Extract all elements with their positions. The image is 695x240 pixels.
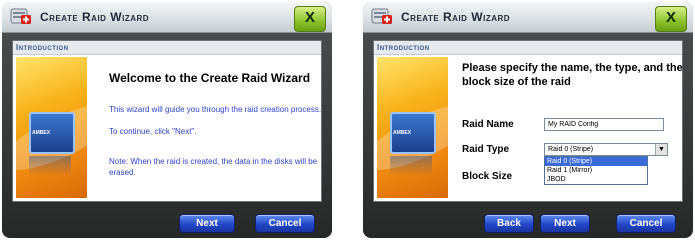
next-button[interactable]: Next [179,214,235,233]
raid-type-option[interactable]: Raid 0 (Stripe) [545,157,647,166]
section-header: Introduction [13,41,321,55]
section-header: Introduction [374,41,682,55]
intro-text: This wizard will guide you through the r… [109,105,322,114]
welcome-heading: Welcome to the Create Raid Wizard [109,71,311,85]
raid-type-option[interactable]: Raid 1 (Mirror) [545,166,647,175]
window-title: Create Raid Wizard [401,10,511,24]
block-size-label: Block Size [462,171,513,182]
window-title: Create Raid Wizard [40,10,150,24]
continue-instruction: To continue, click "Next". [109,127,197,136]
next-button[interactable]: Next [540,214,590,233]
art-label: AMBEX [393,130,412,136]
raid-wizard-icon [10,7,32,25]
section-title: Introduction [377,43,430,52]
raid-name-label: Raid Name [462,119,514,130]
wizard-side-art: AMBEX [16,57,87,198]
chevron-down-icon[interactable]: ▼ [655,144,667,155]
settings-prompt: Please specify the name, the type, and t… [462,62,683,88]
art-label: AMBEX [32,130,51,136]
create-raid-wizard-dialog-intro: Create Raid Wizard X Introduction AMBEX … [2,2,332,238]
raid-type-option[interactable]: JBOD [545,175,647,184]
close-button[interactable]: X [294,6,326,32]
section-title: Introduction [16,43,69,52]
raid-type-select[interactable]: Raid 0 (Stripe) ▼ [544,143,668,156]
title-bar[interactable]: Create Raid Wizard X [2,2,332,33]
raid-name-input[interactable] [544,118,664,131]
data-erase-note: Note: When the raid is created, the data… [109,157,318,177]
cancel-button[interactable]: Cancel [616,214,676,233]
wizard-content-panel: Introduction AMBEX Welcome to the Create… [12,40,322,202]
wizard-content-panel: Introduction AMBEX Please specify the na… [373,40,683,202]
raid-type-selected-value: Raid 0 (Stripe) [548,146,594,153]
raid-type-label: Raid Type [462,144,510,155]
raid-type-dropdown: Raid 0 (Stripe) Raid 1 (Mirror) JBOD [544,156,648,185]
title-bar[interactable]: Create Raid Wizard X [363,2,693,33]
create-raid-wizard-dialog-settings: Create Raid Wizard X Introduction AMBEX … [363,2,693,238]
cancel-button[interactable]: Cancel [255,214,315,233]
back-button[interactable]: Back [484,214,534,233]
close-button[interactable]: X [655,6,687,32]
raid-wizard-icon [371,7,393,25]
wizard-side-art: AMBEX [377,57,448,198]
